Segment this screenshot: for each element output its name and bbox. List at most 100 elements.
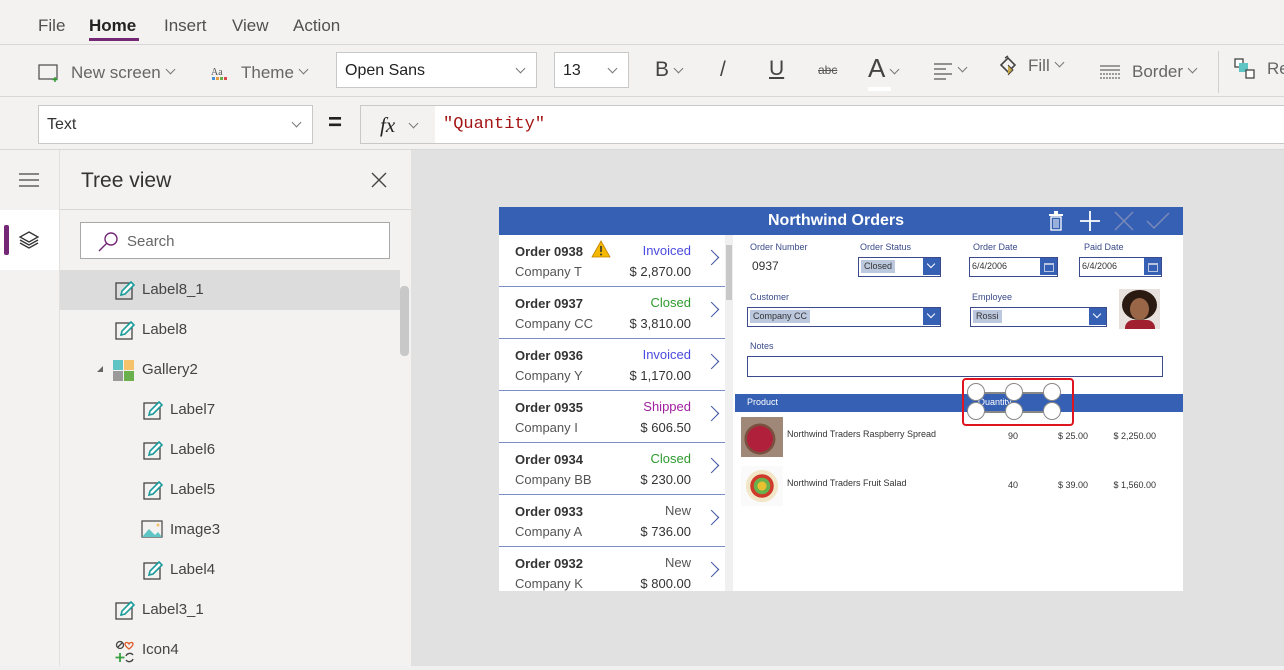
ribbon-divider: [1218, 51, 1219, 93]
label-icon: [115, 280, 136, 300]
employee-photo: [1119, 289, 1160, 329]
tree-item-label: Label6: [170, 441, 216, 458]
order-title: Order 0935: [515, 400, 583, 415]
resize-handle-top-left[interactable]: [967, 383, 985, 401]
tree-item-label: Label5: [170, 481, 216, 498]
paid-date-picker[interactable]: 6/4/2006: [1079, 257, 1162, 277]
fx-button[interactable]: fx: [360, 105, 436, 144]
formula-input[interactable]: "Quantity": [435, 105, 1284, 144]
align-button[interactable]: [933, 62, 968, 80]
new-screen-button[interactable]: New screen: [38, 62, 176, 84]
tree-item-icon4[interactable]: Icon4: [60, 630, 400, 670]
order-date-picker[interactable]: 6/4/2006: [969, 257, 1058, 277]
app-title: Northwind Orders: [768, 212, 905, 229]
gallery-row[interactable]: Order 0934 Company BB Closed $ 230.00: [499, 443, 725, 495]
tree-scrollbar-thumb[interactable]: [400, 286, 409, 356]
theme-button[interactable]: Aa Theme: [210, 62, 309, 84]
customer-value: Company CC: [750, 310, 811, 323]
resize-handle-bottom-center[interactable]: [1005, 402, 1023, 420]
resize-handle-top-right[interactable]: [1043, 383, 1061, 401]
employee-label: Employee: [972, 292, 1013, 302]
chevron-right-icon[interactable]: [703, 509, 720, 526]
order-amount: $ 1,170.00: [629, 368, 691, 383]
font-size-select[interactable]: 13: [554, 52, 629, 88]
order-company: Company I: [515, 420, 578, 435]
tree-item-label8-1[interactable]: Label8_1: [60, 270, 400, 310]
order-amount: $ 3,810.00: [629, 316, 691, 331]
customer-dropdown[interactable]: Company CC: [747, 307, 941, 327]
notes-label: Notes: [750, 341, 774, 351]
employee-dropdown[interactable]: Rossi: [970, 307, 1107, 327]
tree-search-input[interactable]: Search: [80, 222, 390, 259]
gallery-row[interactable]: Order 0937 Company CC Closed $ 3,810.00: [499, 287, 725, 339]
tree-item-gallery2[interactable]: Gallery2: [60, 350, 400, 390]
tree-item-label3-1[interactable]: Label3_1: [60, 590, 400, 630]
tree-item-label5[interactable]: Label5: [60, 470, 400, 510]
chevron-right-icon[interactable]: [703, 301, 720, 318]
chevron-right-icon[interactable]: [703, 353, 720, 370]
paid-date-label: Paid Date: [1084, 242, 1124, 252]
tree-item-label4[interactable]: Label4: [60, 550, 400, 590]
resize-handle-bottom-left[interactable]: [967, 402, 985, 420]
tree-view-header: Tree view: [60, 150, 411, 210]
active-indicator: [4, 225, 9, 255]
menu-action[interactable]: Action: [293, 16, 340, 36]
chevron-right-icon[interactable]: [703, 405, 720, 422]
product-row[interactable]: Northwind Traders Raspberry Spread 90 $ 25…: [735, 415, 1183, 459]
chevron-down-icon: [923, 308, 940, 325]
new-screen-icon: [38, 64, 58, 82]
gallery-row[interactable]: Order 0933 Company A New $ 736.00: [499, 495, 725, 547]
border-button[interactable]: Border: [1099, 62, 1198, 82]
order-status-dropdown[interactable]: Closed: [858, 257, 941, 277]
fill-button[interactable]: Fill: [997, 55, 1065, 77]
formula-bar: Text = fx "Quantity": [0, 97, 1284, 150]
gallery-row[interactable]: Order 0935 Company I Shipped $ 606.50: [499, 391, 725, 443]
order-amount: $ 230.00: [640, 472, 691, 487]
notes-input[interactable]: [747, 356, 1163, 377]
resize-handle-bottom-right[interactable]: [1043, 402, 1061, 420]
expand-caret-icon[interactable]: [97, 366, 103, 372]
close-icon[interactable]: [371, 172, 387, 188]
menu-insert[interactable]: Insert: [164, 16, 207, 36]
menu-view[interactable]: View: [232, 16, 269, 36]
font-size-value: 13: [563, 62, 581, 79]
font-color-swatch: [868, 87, 891, 91]
underline-button[interactable]: U: [769, 57, 784, 81]
reorder-button[interactable]: Re: [1234, 58, 1284, 80]
font-color-button[interactable]: A: [868, 53, 900, 91]
menu-home[interactable]: Home: [89, 16, 136, 36]
product-column-header: Product: [747, 397, 779, 407]
chevron-down-icon: [298, 64, 309, 74]
product-row[interactable]: Northwind Traders Fruit Salad 40 $ 39.00 $ …: [735, 464, 1183, 508]
font-family-value: Open Sans: [345, 62, 426, 79]
gallery-row[interactable]: Order 0936 Company Y Invoiced $ 1,170.00: [499, 339, 725, 391]
font-family-select[interactable]: Open Sans: [336, 52, 537, 88]
tree-item-image3[interactable]: Image3: [60, 510, 400, 550]
strikethrough-button[interactable]: abc: [818, 63, 837, 77]
tree-item-label6[interactable]: Label6: [60, 430, 400, 470]
check-icon[interactable]: [1146, 212, 1170, 230]
resize-handle-top-center[interactable]: [1005, 383, 1023, 401]
tree-item-label8[interactable]: Label8: [60, 310, 400, 350]
chevron-right-icon[interactable]: [703, 457, 720, 474]
italic-button[interactable]: /: [720, 58, 726, 82]
tree-view-rail-button[interactable]: [0, 210, 59, 270]
label-icon: [115, 600, 136, 620]
gallery-row[interactable]: Order 0932 Company K New $ 800.00: [499, 547, 725, 591]
add-icon[interactable]: [1079, 211, 1101, 231]
align-left-icon: [934, 63, 952, 80]
tree-item-label7[interactable]: Label7: [60, 390, 400, 430]
bold-button[interactable]: B: [655, 58, 684, 82]
trash-icon[interactable]: [1048, 211, 1064, 231]
property-select[interactable]: Text: [38, 105, 313, 144]
product-unit-price: $ 25.00: [1057, 431, 1088, 441]
cancel-icon[interactable]: [1114, 211, 1134, 231]
gallery-scrollbar-thumb[interactable]: [726, 245, 732, 300]
chevron-down-icon: [957, 62, 968, 72]
gallery-row[interactable]: Order 0938 Company T Invoiced $ 2,870.00: [499, 235, 725, 287]
menu-file[interactable]: File: [38, 16, 65, 36]
chevron-right-icon[interactable]: [703, 249, 720, 266]
hamburger-menu-icon[interactable]: [19, 173, 39, 187]
chevron-right-icon[interactable]: [703, 561, 720, 578]
label-icon: [143, 480, 164, 500]
